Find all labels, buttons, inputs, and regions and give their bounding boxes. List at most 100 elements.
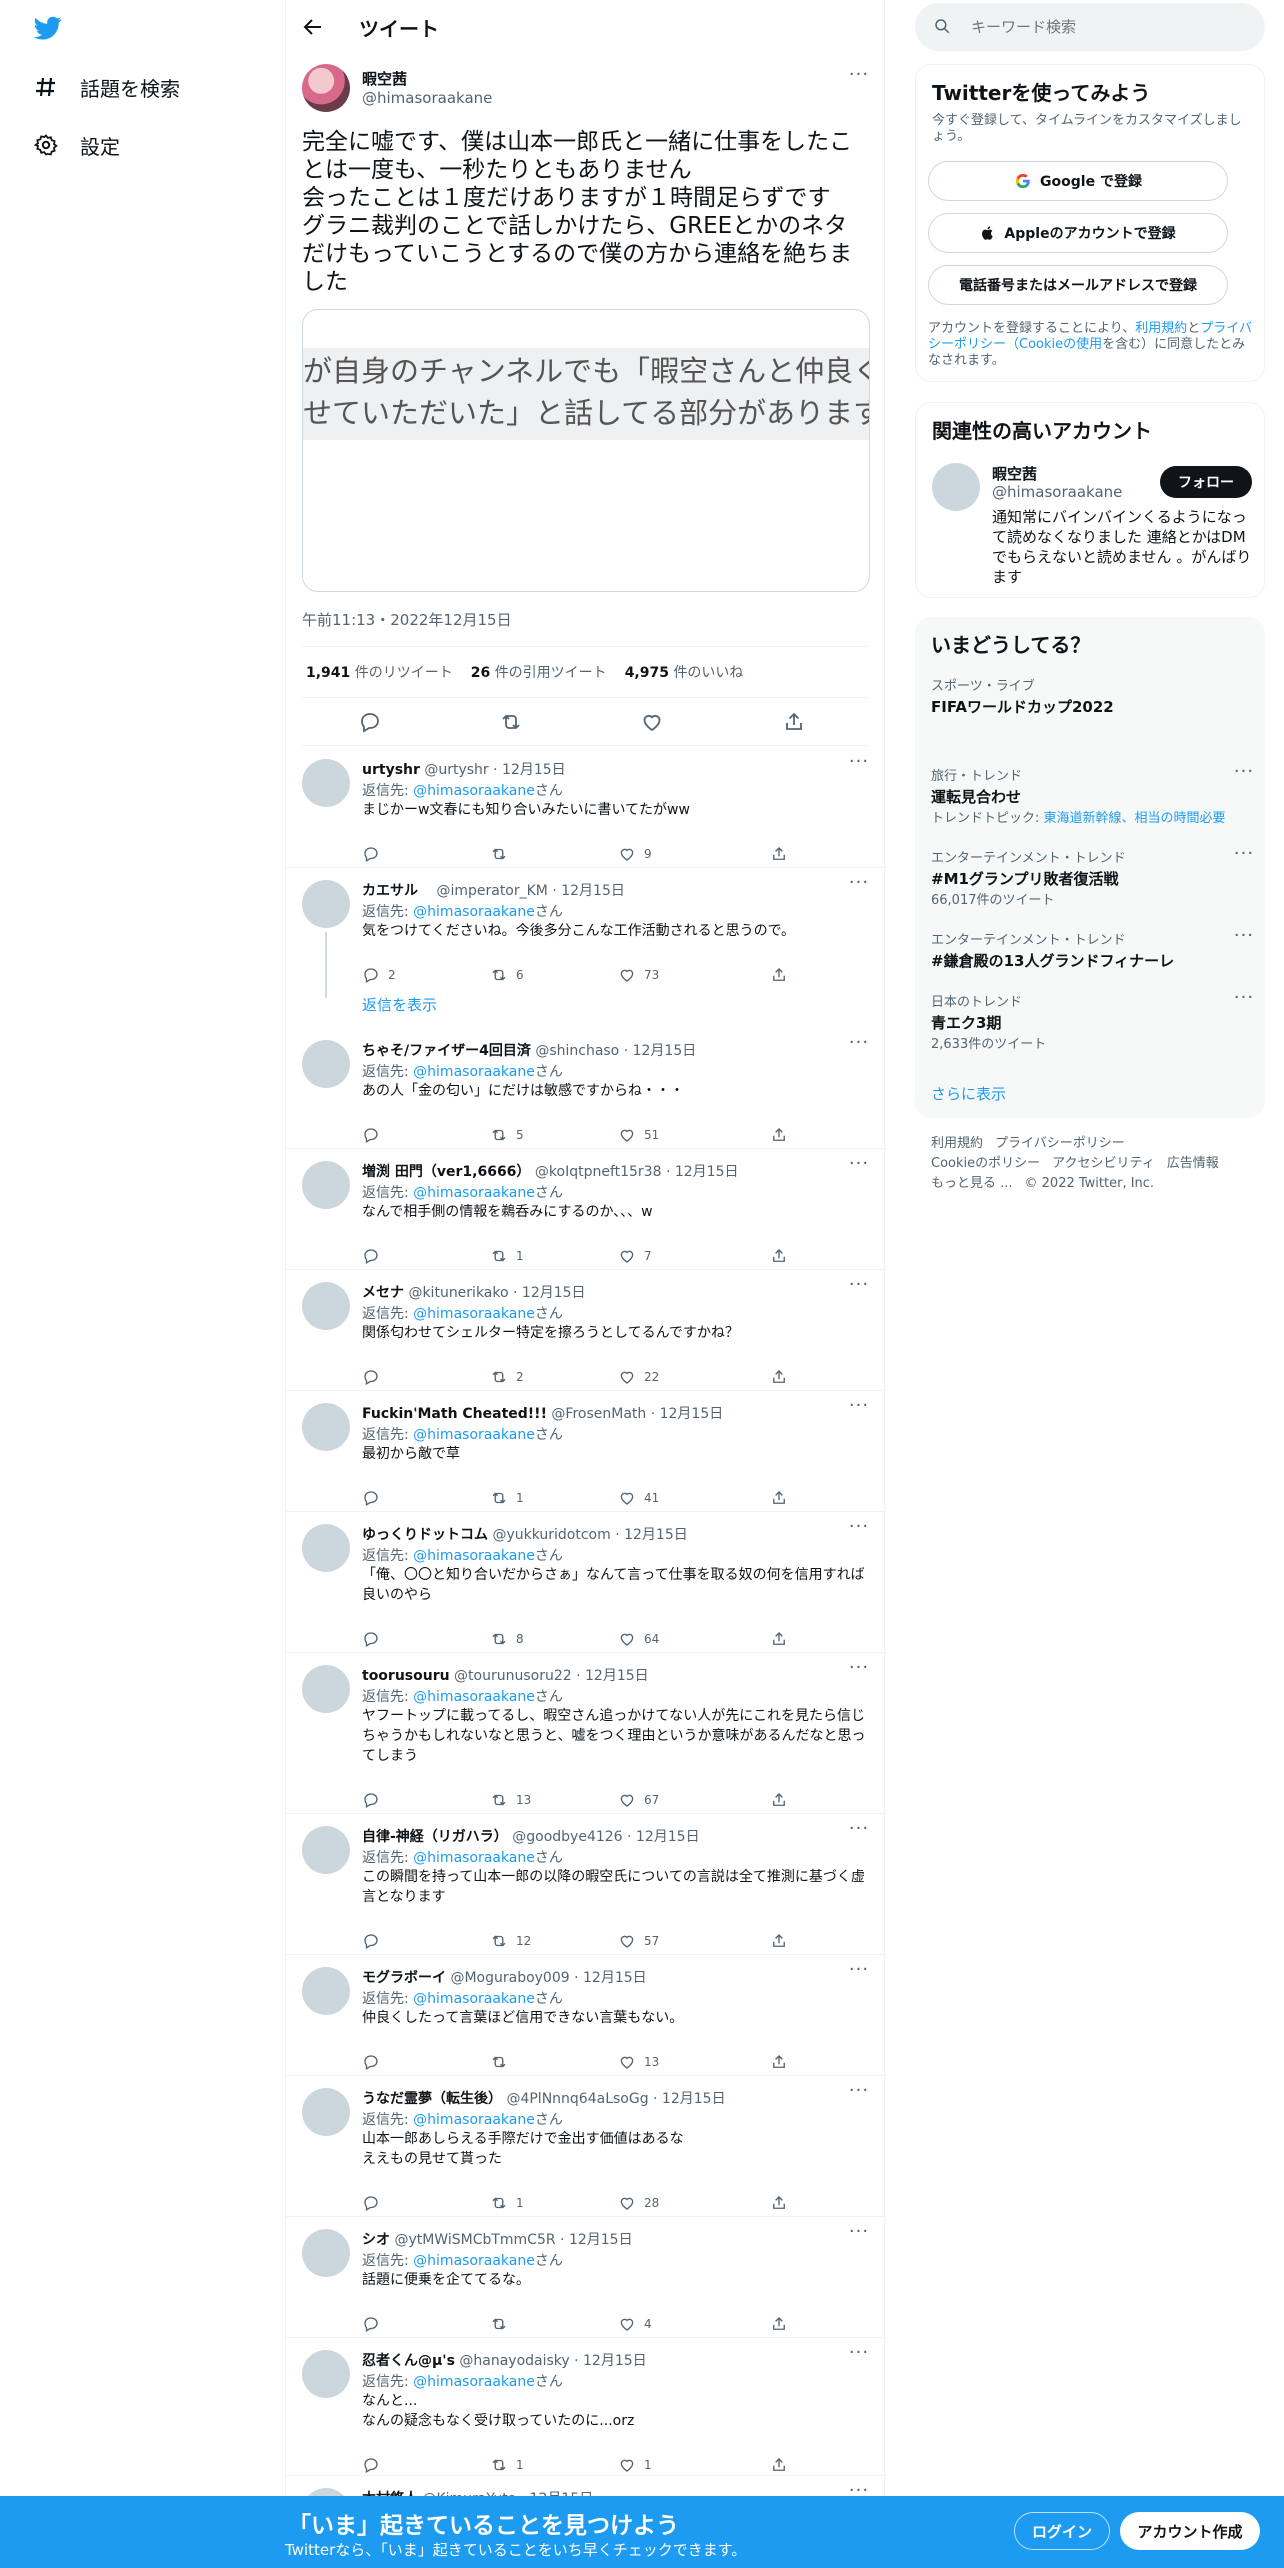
reply-to-link[interactable]: @himasoraakane: [413, 1689, 535, 1705]
reply-author-name[interactable]: シオ: [362, 2232, 390, 2248]
reply-author[interactable]: 自律-神経（リガハラ） @goodbye4126 · 12月15日: [362, 1826, 700, 1846]
trend-item[interactable]: エンターテインメント・トレンド #M1グランプリ敗者復活戦 66,017件のツイート…: [931, 845, 1253, 909]
reply-author[interactable]: urtyshr @urtyshr · 12月15日: [362, 759, 566, 779]
reply-author-handle[interactable]: @Moguraboy009 · 12月15日: [450, 1970, 646, 1986]
reply-author[interactable]: toorusouru @tourunusoru22 · 12月15日: [362, 1665, 649, 1685]
retweet-button[interactable]: 1: [490, 2455, 524, 2475]
author-name[interactable]: 暇空茜: [362, 68, 407, 89]
avatar[interactable]: [302, 1282, 350, 1330]
reply-author-name[interactable]: ゆっくりドットコム: [362, 1527, 488, 1543]
reply-author-name[interactable]: ちゃそ/ファイザー4回目済: [362, 1043, 531, 1059]
more-options-icon[interactable]: ···: [848, 2082, 870, 2108]
terms-link[interactable]: 利用規約: [1135, 321, 1187, 336]
reply-button[interactable]: [362, 2455, 388, 2475]
reply-to-link[interactable]: @himasoraakane: [413, 2374, 535, 2390]
reply-to-link[interactable]: @himasoraakane: [413, 904, 535, 920]
related-avatar[interactable]: [932, 463, 980, 511]
like-button[interactable]: 64: [618, 1629, 659, 1649]
avatar[interactable]: [302, 1967, 350, 2015]
avatar[interactable]: [302, 1403, 350, 1451]
reply-author-name[interactable]: メセナ: [362, 1285, 404, 1301]
reply-button[interactable]: [362, 1629, 388, 1649]
reply-to-link[interactable]: @himasoraakane: [413, 783, 535, 799]
related-handle[interactable]: @himasoraakane: [992, 483, 1122, 501]
avatar[interactable]: [302, 2350, 350, 2398]
like-button[interactable]: 4: [618, 2314, 652, 2334]
author-handle[interactable]: @himasoraakane: [362, 89, 492, 107]
reply-author[interactable]: モグラボーイ @Moguraboy009 · 12月15日: [362, 1967, 647, 1987]
trend-topic-link[interactable]: 東海道新幹線、相当の時間必要: [1044, 811, 1226, 826]
reply-item[interactable]: toorusouru @tourunusoru22 · 12月15日 ··· 返信先…: [286, 1653, 886, 1814]
reply-item[interactable]: うなだ霊夢（転生後） @4PlNnnq64aLsoGg · 12月15日 ··· 返…: [286, 2076, 886, 2217]
trend-item[interactable]: 日本のトレンド 青エク3期 2,633件のツイート ···: [931, 989, 1253, 1053]
reply-author-name[interactable]: urtyshr: [362, 762, 420, 778]
reply-button[interactable]: [362, 2052, 388, 2072]
footer-link[interactable]: 広告情報: [1167, 1156, 1219, 1171]
reply-author[interactable]: うなだ霊夢（転生後） @4PlNnnq64aLsoGg · 12月15日: [362, 2088, 726, 2108]
share-icon[interactable]: [782, 710, 806, 734]
retweet-button[interactable]: 13: [490, 1790, 531, 1810]
footer-link[interactable]: Cookieのポリシー: [931, 1156, 1040, 1171]
signup-button[interactable]: アカウント作成: [1120, 2512, 1260, 2550]
share-button[interactable]: [770, 1367, 788, 1387]
reply-button[interactable]: [362, 1488, 388, 1508]
reply-item[interactable]: 忍者くん@μ's @hanayodaisky · 12月15日 ··· 返信先: @…: [286, 2338, 886, 2476]
reply-author-name[interactable]: カエサル: [362, 883, 418, 899]
like-icon[interactable]: [640, 710, 664, 734]
like-button[interactable]: 9: [618, 844, 652, 864]
reply-author-name[interactable]: モグラボーイ: [362, 1970, 446, 1986]
like-button[interactable]: 73: [618, 965, 659, 985]
more-options-icon[interactable]: ···: [848, 2223, 870, 2249]
avatar[interactable]: [302, 1826, 350, 1874]
reply-author[interactable]: ちゃそ/ファイザー4回目済 @shinchaso · 12月15日: [362, 1040, 696, 1060]
google-signup-button[interactable]: Google で登録: [928, 161, 1228, 201]
footer-link[interactable]: もっと見る ...: [931, 1176, 1013, 1191]
reply-item[interactable]: ちゃそ/ファイザー4回目済 @shinchaso · 12月15日 ··· 返信先:…: [286, 1028, 886, 1149]
reply-button[interactable]: [362, 1246, 388, 1266]
retweet-button[interactable]: [490, 2314, 516, 2334]
reply-button[interactable]: [362, 2314, 388, 2334]
avatar[interactable]: [302, 880, 350, 928]
share-button[interactable]: [770, 2052, 788, 2072]
login-button[interactable]: ログイン: [1014, 2512, 1110, 2550]
reply-author-handle[interactable]: @FrosenMath · 12月15日: [551, 1406, 723, 1422]
twitter-logo-icon[interactable]: [32, 14, 64, 42]
quote-count[interactable]: 26 件の引用ツイート: [467, 662, 621, 682]
retweet-button[interactable]: 5: [490, 1125, 524, 1145]
footer-link[interactable]: プライバシーポリシー: [995, 1136, 1125, 1151]
reply-author-handle[interactable]: @ytMWiSMCbTmmC5R · 12月15日: [394, 2232, 632, 2248]
share-button[interactable]: [770, 2193, 788, 2213]
more-options-icon[interactable]: ···: [1233, 845, 1255, 871]
reply-author[interactable]: 増渕 田門（ver1,6666） @koIqtpneft15r38 · 12月1…: [362, 1161, 738, 1181]
more-options-icon[interactable]: ···: [848, 2344, 870, 2370]
nav-explore[interactable]: 話題を検索: [34, 67, 180, 107]
more-options-icon[interactable]: ···: [1233, 927, 1255, 953]
avatar[interactable]: [302, 1040, 350, 1088]
reply-button[interactable]: [362, 2193, 388, 2213]
related-name[interactable]: 暇空茜: [992, 463, 1037, 484]
apple-signup-button[interactable]: Appleのアカウントで登録: [928, 213, 1228, 253]
reply-button[interactable]: [362, 844, 388, 864]
like-count[interactable]: 4,975 件のいいね: [621, 662, 758, 682]
like-button[interactable]: 7: [618, 1246, 652, 1266]
show-replies-link[interactable]: 返信を表示: [362, 994, 437, 1015]
more-options-icon[interactable]: ···: [848, 1961, 870, 1987]
retweet-icon[interactable]: [499, 710, 523, 734]
reply-to-link[interactable]: @himasoraakane: [413, 1991, 535, 2007]
avatar[interactable]: [302, 759, 350, 807]
more-options-icon[interactable]: ···: [848, 1518, 870, 1544]
more-options-icon[interactable]: ···: [848, 1820, 870, 1846]
tweet-card[interactable]: が自身のチャンネルでも「暇空さんと仲良く せていただいた」と話してる部分がありま…: [302, 309, 870, 592]
trend-item[interactable]: エンターテインメント・トレンド #鎌倉殿の13人グランドフィナーレ ···: [931, 927, 1253, 971]
like-button[interactable]: 67: [618, 1790, 659, 1810]
reply-button[interactable]: [362, 1790, 388, 1810]
reply-button[interactable]: 2: [362, 965, 396, 985]
share-button[interactable]: [770, 1246, 788, 1266]
reply-author-handle[interactable]: @shinchaso · 12月15日: [535, 1043, 696, 1059]
phone-email-signup-button[interactable]: 電話番号またはメールアドレスで登録: [928, 265, 1228, 305]
like-button[interactable]: 28: [618, 2193, 659, 2213]
reply-author-handle[interactable]: @imperator_KM · 12月15日: [422, 883, 624, 899]
reply-to-link[interactable]: @himasoraakane: [413, 2253, 535, 2269]
trend-item[interactable]: 旅行・トレンド 運転見合わせ トレンドトピック: 東海道新幹線、相当の時間必要 ···: [931, 763, 1253, 827]
reply-author-name[interactable]: toorusouru: [362, 1668, 450, 1684]
